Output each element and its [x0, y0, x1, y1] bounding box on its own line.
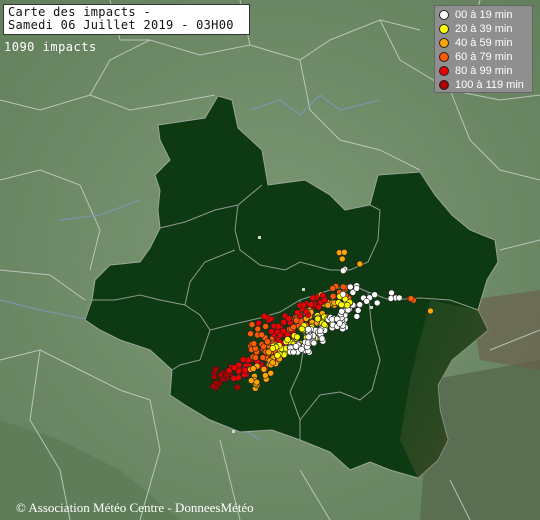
impact-dot: [300, 301, 307, 309]
impact-dot: [248, 321, 256, 328]
legend-label: 60 à 79 min: [455, 51, 513, 63]
impact-dot: [339, 267, 347, 275]
impact-dot: [329, 285, 337, 292]
impact-dot: [212, 365, 220, 373]
impact-dot: [353, 284, 361, 292]
legend-swatch: [439, 66, 449, 76]
impact-dot: [373, 299, 381, 307]
impact-dot: [307, 301, 315, 308]
impact-dot: [209, 383, 217, 390]
impact-dot: [363, 297, 370, 305]
impact-dot: [274, 323, 282, 330]
impact-dot: [346, 283, 354, 291]
impact-dot: [309, 294, 317, 302]
impact-dot: [264, 338, 271, 346]
legend-swatch: [439, 80, 449, 90]
impact-dot: [316, 327, 324, 335]
impact-dot: [353, 313, 361, 320]
impact-dot: [292, 343, 300, 350]
impact-dot: [305, 333, 312, 341]
impact-dot: [340, 249, 348, 256]
impact-dot: [269, 344, 277, 352]
legend-item: 60 à 79 min: [439, 50, 532, 64]
legend-label: 20 à 39 min: [455, 23, 513, 35]
impact-dot: [338, 308, 345, 315]
copyright-notice: © Association Météo Centre - DonneesMété…: [16, 500, 254, 515]
impact-dot: [252, 354, 259, 361]
impact-dot: [253, 378, 261, 386]
impact-dot: [260, 365, 268, 373]
impact-dot: [231, 364, 238, 371]
impact-dot: [395, 294, 403, 302]
impact-dot: [250, 340, 258, 347]
legend-label: 00 à 19 min: [455, 9, 513, 21]
impact-dot: [280, 318, 287, 326]
impact-dot: [250, 365, 257, 372]
impact-dot: [354, 307, 362, 314]
impact-dot: [339, 283, 347, 291]
lightning-map: Carte des impacts - Samedi 06 Juillet 20…: [0, 0, 540, 520]
impact-dot: [339, 290, 347, 298]
impact-dot: [235, 374, 242, 382]
legend-swatch: [439, 24, 449, 34]
impact-dot: [248, 377, 255, 384]
impact-dot: [254, 325, 262, 333]
impact-dot: [234, 383, 241, 391]
legend-swatch: [439, 38, 449, 48]
impact-dot: [269, 359, 277, 366]
legend-label: 40 à 59 min: [455, 37, 513, 49]
impact-dot: [343, 301, 351, 309]
legend-item: 80 à 99 min: [439, 64, 532, 78]
impact-dot: [247, 330, 254, 338]
impact-dot: [298, 345, 305, 353]
impact-dot: [321, 296, 329, 304]
legend-item: 40 à 59 min: [439, 36, 532, 50]
legend: 00 à 19 min 20 à 39 min 40 à 59 min 60 à…: [434, 5, 533, 93]
legend-item: 100 à 119 min: [439, 78, 532, 92]
impact-dot: [241, 366, 249, 374]
impact-dot: [338, 301, 345, 309]
impact-dot: [259, 354, 267, 361]
impact-dot: [387, 295, 395, 302]
impact-dot: [262, 372, 269, 379]
impact-dot: [293, 333, 301, 341]
impact-dot: [285, 315, 293, 322]
impact-dot: [318, 335, 326, 343]
impact-dot: [427, 307, 434, 315]
impact-dot: [338, 255, 346, 263]
impact-dot: [329, 292, 337, 300]
legend-label: 100 à 119 min: [455, 79, 524, 91]
title-line-2: Samedi 06 Juillet 2019 - 03H00: [8, 18, 234, 32]
impact-dot: [268, 328, 275, 335]
impact-dot: [274, 351, 281, 359]
legend-item: 20 à 39 min: [439, 22, 532, 36]
impact-dot: [356, 301, 364, 308]
impact-dot: [262, 323, 269, 330]
impact-dot: [258, 331, 266, 339]
impact-dot: [407, 295, 415, 302]
legend-swatch: [439, 52, 449, 62]
impact-dot: [294, 309, 301, 316]
impact-dot: [298, 325, 306, 333]
impact-dot: [304, 325, 312, 333]
impact-dot: [279, 327, 287, 335]
legend-label: 80 à 99 min: [455, 65, 513, 77]
impact-dot: [255, 319, 262, 327]
impact-dot: [290, 348, 297, 356]
impact-dot: [388, 289, 395, 297]
impact-count: 1090 impacts: [4, 40, 97, 54]
impact-dot: [356, 260, 364, 268]
map-title-box: Carte des impacts - Samedi 06 Juillet 20…: [3, 4, 250, 35]
impact-dot: [336, 319, 344, 327]
impact-dot: [239, 356, 247, 363]
impact-dot: [284, 336, 291, 343]
legend-swatch: [439, 10, 449, 20]
impact-dot: [310, 339, 318, 347]
legend-item: 00 à 19 min: [439, 8, 532, 22]
impact-dot: [211, 373, 218, 381]
impact-dot: [260, 312, 268, 320]
impact-dot: [303, 308, 310, 316]
impact-dot: [217, 371, 225, 379]
